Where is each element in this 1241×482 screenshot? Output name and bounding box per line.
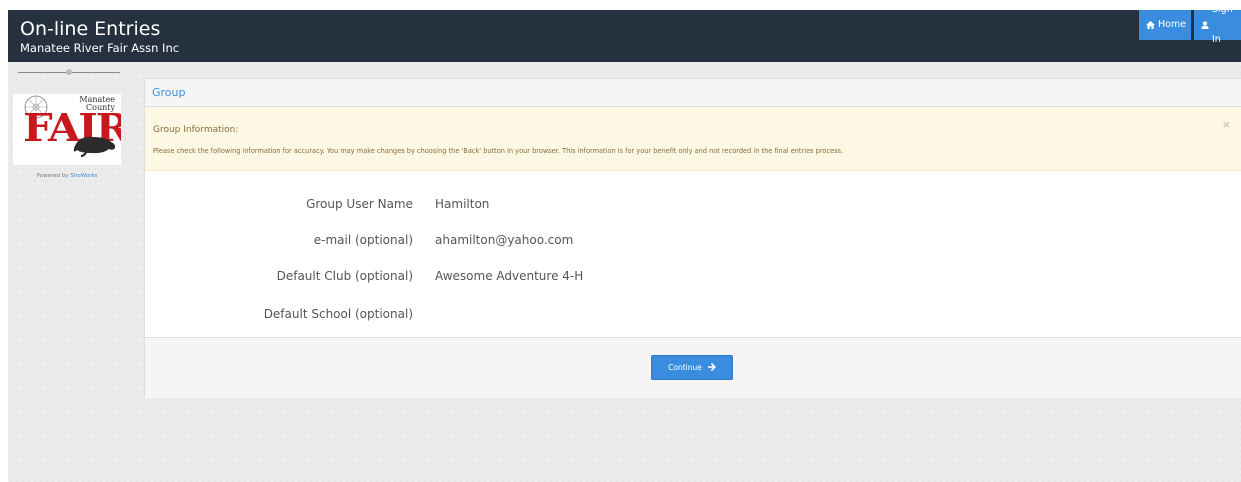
field-label: Default School (optional) xyxy=(263,307,413,321)
alert-message: Please check the following information f… xyxy=(153,147,844,155)
field-row-group-user-name: Group User Name Hamilton xyxy=(145,197,1241,217)
panel-footer: Continue xyxy=(145,337,1241,398)
field-label: Group User Name xyxy=(306,197,413,211)
field-value: ahamilton@yahoo.com xyxy=(435,233,574,247)
field-row-default-club: Default Club (optional) Awesome Adventur… xyxy=(145,269,1241,289)
powered-by-text: Powered by ShoWorks xyxy=(14,173,120,179)
page-shell: On-line Entries Manatee River Fair Assn … xyxy=(8,4,1241,482)
continue-button[interactable]: Continue xyxy=(651,355,733,380)
home-button-label: Home xyxy=(1158,19,1187,30)
field-row-email: e-mail (optional) ahamilton@yahoo.com xyxy=(145,233,1241,253)
sign-in-button-label: Sign In xyxy=(1212,4,1233,45)
home-button[interactable]: Home xyxy=(1139,10,1191,40)
fair-logo: Manatee County FAIR xyxy=(13,94,121,165)
close-icon[interactable]: × xyxy=(1222,118,1231,131)
field-label: Default Club (optional) xyxy=(276,269,413,283)
top-navbar: On-line Entries Manatee River Fair Assn … xyxy=(8,4,1241,62)
sidebar-divider-dot xyxy=(66,69,72,75)
group-info-alert: Group Information: Please check the foll… xyxy=(145,107,1241,171)
panel-heading: Group xyxy=(145,79,1241,107)
field-value: Awesome Adventure 4-H xyxy=(435,269,584,283)
user-icon xyxy=(1201,21,1209,29)
manatee-icon xyxy=(73,132,117,162)
group-panel: Group Group Information: Please check th… xyxy=(144,78,1241,398)
app-title[interactable]: On-line Entries xyxy=(20,18,160,40)
field-label: e-mail (optional) xyxy=(313,233,413,247)
continue-button-label: Continue xyxy=(668,363,702,372)
showorks-link[interactable]: ShoWorks xyxy=(70,173,97,179)
organization-name: Manatee River Fair Assn Inc xyxy=(20,41,180,55)
field-value: Hamilton xyxy=(435,197,490,211)
powered-by-label: Powered by xyxy=(36,173,69,179)
alert-title: Group Information: xyxy=(153,125,239,135)
sign-in-button[interactable]: Sign In xyxy=(1194,4,1241,45)
field-row-default-school: Default School (optional) xyxy=(145,307,1241,327)
home-icon xyxy=(1146,21,1155,29)
arrow-right-icon xyxy=(707,362,716,373)
